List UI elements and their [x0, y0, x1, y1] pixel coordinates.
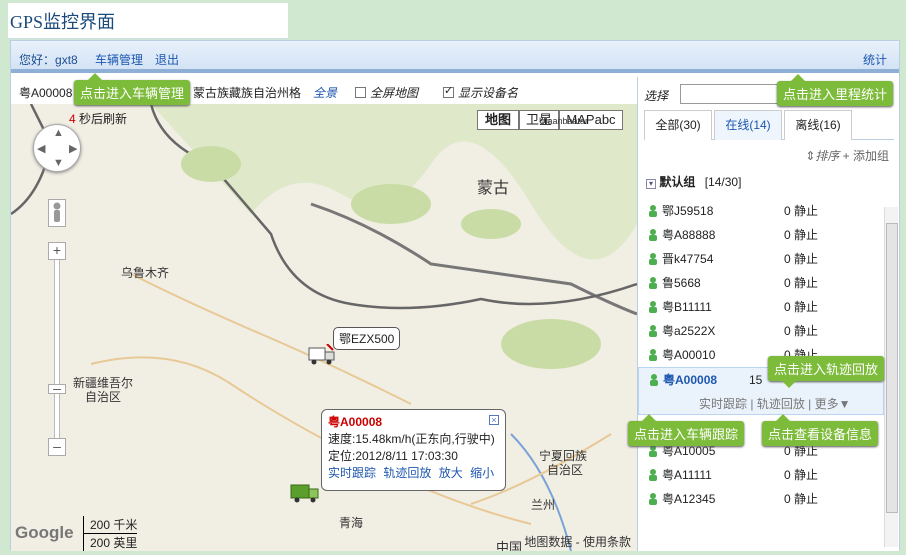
logout-link[interactable]: 退出 [155, 51, 179, 68]
map-attribution[interactable]: 地图数据 - 使用条款 [524, 533, 631, 550]
collapse-icon[interactable]: ▾ [646, 179, 656, 189]
pan-control[interactable]: ▲ ▼ ◀ ▶ [33, 124, 81, 172]
list-item[interactable]: 粤A88888 0 静止 [638, 223, 884, 247]
person-icon [649, 229, 657, 241]
statistics-link[interactable]: 统计 [863, 51, 887, 68]
place-qinghai: 青海 [339, 516, 364, 530]
person-icon [649, 277, 657, 289]
checkbox-checked-icon [443, 84, 454, 98]
scrollbar-thumb[interactable] [886, 223, 898, 513]
checkbox-icon [355, 87, 366, 98]
place-china: 中国 [496, 540, 523, 551]
status-tabs: 全部(30) 在线(14) 离线(16) [644, 110, 894, 140]
current-vehicle: 粤A00008 [19, 86, 73, 100]
vehicle-info-bubble: 粤A00008 × 速度:15.48km/h(正东向,行驶中) 定位:2012/… [321, 409, 506, 491]
callout-track-playback: 点击进入轨迹回放 [768, 356, 885, 388]
vehicle-panel: 选择 全部(30) 在线(14) 离线(16) ⇕排序 + 添加组 ▾ 默认组 … [637, 77, 899, 551]
truck-icon-green[interactable] [289, 482, 321, 504]
callout-device-info: 点击查看设备信息 [762, 414, 879, 446]
place-mongolia: 蒙古 [477, 180, 510, 197]
tab-online[interactable]: 在线(14) [714, 110, 782, 140]
sort-link[interactable]: 排序 [815, 149, 839, 163]
street-view-pegman-icon[interactable] [48, 199, 66, 227]
place-ningxia-region: 自治区 [547, 463, 584, 477]
truck-icon-white[interactable] [307, 344, 337, 366]
list-item[interactable]: 晋k47754 0 静止 [638, 247, 884, 271]
list-item[interactable]: 粤B11111 0 静止 [638, 295, 884, 319]
place-ulaanbaatar: Ulaanbaatar [539, 116, 589, 126]
zoom-slider-handle[interactable]: – [48, 381, 66, 395]
search-label: 选择 [644, 89, 669, 103]
pan-right-icon[interactable]: ▶ [69, 142, 77, 155]
pan-left-icon[interactable]: ◀ [37, 142, 45, 155]
add-group-link[interactable]: 添加组 [853, 149, 889, 163]
greeting: 您好：gxt8 [19, 53, 78, 67]
realtime-tracking-link[interactable]: 实时跟踪 [699, 397, 747, 411]
list-item[interactable]: 粤a2522X 0 静止 [638, 319, 884, 343]
pan-down-icon[interactable]: ▼ [53, 157, 64, 169]
map-type-map[interactable]: 地图 [477, 110, 519, 130]
pan-up-icon[interactable]: ▲ [53, 127, 64, 139]
bubble-title: 粤A00008 [328, 415, 383, 429]
list-item[interactable]: 鲁5668 0 静止 [638, 271, 884, 295]
tab-all[interactable]: 全部(30) [644, 110, 712, 140]
vehicle-list: 鄂J59518 0 静止 粤A88888 0 静止 晋k47754 0 静止 鲁566… [638, 199, 884, 511]
more-link[interactable]: 更多▼ [815, 397, 851, 411]
search-input[interactable] [680, 84, 780, 104]
zoom-in-button[interactable]: + [48, 242, 66, 260]
list-item[interactable]: 粤A12345 0 静止 [638, 487, 884, 511]
group-header[interactable]: ▾ 默认组 [14/30] [646, 173, 741, 190]
person-icon [649, 469, 657, 481]
callout-realtime-tracking: 点击进入车辆跟踪 [628, 414, 745, 446]
page-title: GPS监控界面 [10, 12, 116, 32]
person-icon [649, 253, 657, 265]
person-icon [649, 301, 657, 313]
list-item[interactable]: 粤A11111 0 静止 [638, 463, 884, 487]
bubble-position: 定位:2012/8/11 17:03:30 [328, 449, 458, 463]
callout-mileage-statistics: 点击进入里程统计 [777, 74, 894, 106]
bubble-realtime-link[interactable]: 实时跟踪 [328, 466, 376, 480]
bubble-zoom-in-link[interactable]: 放大 [439, 466, 463, 480]
place-xinjiang-region: 自治区 [85, 390, 122, 404]
google-logo: Google [15, 523, 74, 542]
refresh-countdown: 4 秒后刷新 [69, 112, 128, 126]
zoom-out-button[interactable]: – [48, 438, 66, 456]
person-icon [649, 205, 657, 217]
place-lanzhou: 兰州 [531, 498, 556, 512]
vehicle-tooltip: 鄂EZX500 [333, 327, 401, 350]
person-icon [649, 493, 657, 505]
top-bar: 您好：gxt8 车辆管理 退出 统计 [11, 41, 899, 73]
sort-row: ⇕排序 + 添加组 [805, 147, 889, 164]
region-name: 蒙古族藏族自治州格 [193, 86, 302, 100]
app-frame: 您好：gxt8 车辆管理 退出 统计 粤A00008 蒙古族藏族自治州格 全景 … [10, 40, 900, 551]
place-urumqi: 乌鲁木齐 [121, 266, 170, 280]
show-device-name-checkbox[interactable]: 显示设备名 [443, 84, 518, 101]
close-icon[interactable]: × [489, 415, 499, 425]
bubble-zoom-out-link[interactable]: 缩小 [470, 466, 494, 480]
tab-offline[interactable]: 离线(16) [784, 110, 852, 140]
group-name: 默认组 [659, 175, 696, 189]
sort-icon: ⇕ [805, 149, 816, 163]
zoom-slider-track[interactable] [54, 254, 60, 454]
person-icon [649, 325, 657, 337]
map-scale: 200 千米 200 英里 [83, 516, 138, 551]
full-view-link[interactable]: 全景 [313, 84, 337, 101]
map-view[interactable]: 4 秒后刷新 地图 卫星 MAPabc ▲ ▼ ◀ ▶ + – – 蒙古 Ula… [11, 104, 637, 551]
list-item[interactable]: 鄂J59518 0 静止 [638, 199, 884, 223]
group-count: [14/30] [704, 175, 742, 189]
fullscreen-map-checkbox[interactable]: 全屏地图 [355, 84, 418, 101]
add-icon: + [842, 149, 853, 163]
track-playback-link[interactable]: 轨迹回放 [757, 397, 805, 411]
row-actions: 实时跟踪 | 轨迹回放 | 更多▼ [699, 397, 851, 411]
bubble-playback-link[interactable]: 轨迹回放 [383, 466, 431, 480]
callout-vehicle-management: 点击进入车辆管理 [74, 73, 191, 105]
person-icon [650, 374, 658, 386]
bubble-speed: 速度:15.48km/h(正东向,行驶中) [328, 432, 495, 446]
list-scrollbar[interactable] [884, 207, 898, 547]
page-title-bar: GPS监控界面 [8, 3, 288, 39]
vehicle-management-link[interactable]: 车辆管理 [95, 51, 143, 68]
person-icon [649, 349, 657, 361]
